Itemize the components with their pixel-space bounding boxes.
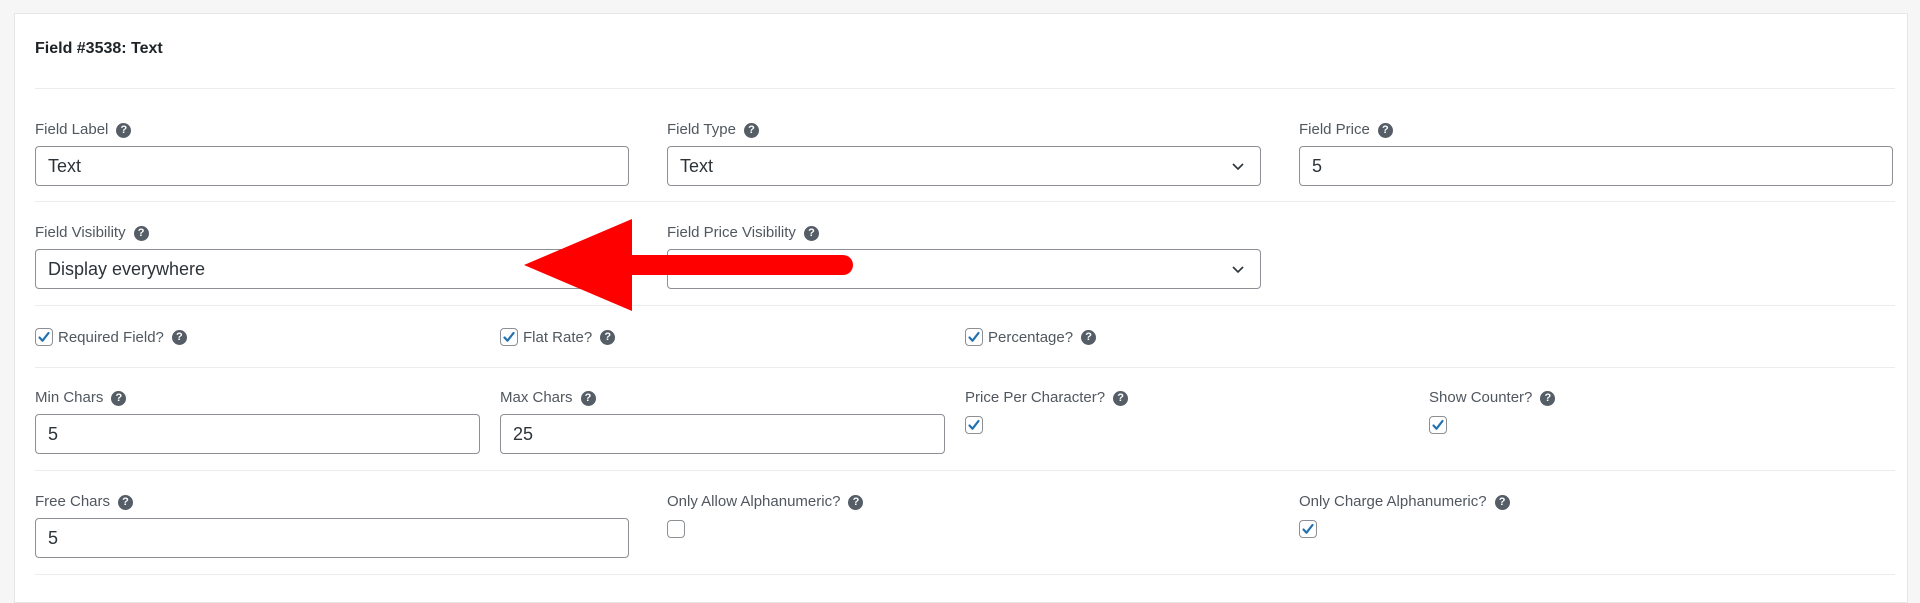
help-icon[interactable]: ? <box>600 329 616 345</box>
divider <box>35 201 1895 202</box>
help-icon[interactable]: ? <box>1377 122 1393 138</box>
only-charge-alphanumeric-group: Only Charge Alphanumeric?? <box>1299 492 1893 541</box>
max-chars-label: Max Chars <box>500 389 573 406</box>
help-icon[interactable]: ? <box>111 390 127 406</box>
chevron-down-icon <box>600 266 612 274</box>
help-icon[interactable]: ? <box>580 390 596 406</box>
show-counter-checkbox[interactable] <box>1429 416 1447 434</box>
flat-rate-checkbox[interactable] <box>500 328 518 346</box>
price-per-character-group: Price Per Character?? <box>965 388 1410 437</box>
field-type-label: Field Type <box>667 121 736 138</box>
only-charge-alphanumeric-label: Only Charge Alphanumeric? <box>1299 493 1487 510</box>
field-price-visibility-label: Field Price Visibility <box>667 224 796 241</box>
help-icon[interactable]: ? <box>1494 494 1510 510</box>
price-per-character-label: Price Per Character? <box>965 389 1106 406</box>
checkmark-icon <box>503 331 515 342</box>
percentage-checkbox[interactable] <box>965 328 983 346</box>
field-settings-card: Field #3538: Text Field Label? Text Fiel… <box>14 13 1908 603</box>
only-charge-alphanumeric-checkbox[interactable] <box>1299 520 1317 538</box>
free-chars-label: Free Chars <box>35 493 111 510</box>
divider <box>35 367 1895 368</box>
field-label-group: Field Label? Text <box>35 120 629 186</box>
field-visibility-group: Field Visibility? Display everywhere <box>35 223 629 289</box>
chevron-down-icon <box>1232 266 1244 274</box>
min-chars-group: Min Chars? 5 <box>35 388 480 454</box>
flat-rate-option: Flat Rate?? <box>500 328 616 346</box>
max-chars-input[interactable]: 25 <box>500 414 945 454</box>
required-field-checkbox[interactable] <box>35 328 53 346</box>
divider <box>35 305 1895 306</box>
free-chars-input[interactable]: 5 <box>35 518 629 558</box>
field-price-input[interactable]: 5 <box>1299 146 1893 186</box>
field-visibility-select[interactable]: Display everywhere <box>35 249 629 289</box>
help-icon[interactable]: ? <box>1540 390 1556 406</box>
free-chars-group: Free Chars? 5 <box>35 492 629 558</box>
only-allow-alphanumeric-group: Only Allow Alphanumeric?? <box>667 492 1261 543</box>
field-type-group: Field Type? Text <box>667 120 1261 186</box>
percentage-option: Percentage?? <box>965 328 1097 346</box>
help-icon[interactable]: ? <box>1081 329 1097 345</box>
help-icon[interactable]: ? <box>133 225 149 241</box>
chevron-down-icon <box>1232 163 1244 171</box>
required-field-option: Required Field?? <box>35 328 187 346</box>
field-type-select[interactable]: Text <box>667 146 1261 186</box>
show-counter-label: Show Counter? <box>1429 389 1533 406</box>
field-price-label: Field Price <box>1299 121 1370 138</box>
checkmark-icon <box>968 419 980 430</box>
field-label-input[interactable]: Text <box>35 146 629 186</box>
price-per-character-checkbox[interactable] <box>965 416 983 434</box>
show-counter-group: Show Counter?? <box>1429 388 1874 437</box>
checkmark-icon <box>38 331 50 342</box>
field-heading: Field #3538: Text <box>35 40 163 57</box>
field-price-group: Field Price? 5 <box>1299 120 1893 186</box>
help-icon[interactable]: ? <box>848 494 864 510</box>
min-chars-input[interactable]: 5 <box>35 414 480 454</box>
help-icon[interactable]: ? <box>803 225 819 241</box>
field-price-visibility-group: Field Price Visibility? Visible <box>667 223 1261 289</box>
divider <box>35 574 1895 575</box>
help-icon[interactable]: ? <box>171 329 187 345</box>
checkmark-icon <box>968 331 980 342</box>
only-allow-alphanumeric-checkbox[interactable] <box>667 520 685 538</box>
divider <box>35 88 1895 89</box>
help-icon[interactable]: ? <box>116 122 132 138</box>
max-chars-group: Max Chars? 25 <box>500 388 945 454</box>
only-allow-alphanumeric-label: Only Allow Alphanumeric? <box>667 493 841 510</box>
field-visibility-label: Field Visibility <box>35 224 126 241</box>
field-price-visibility-select[interactable]: Visible <box>667 249 1261 289</box>
checkmark-icon <box>1432 419 1444 430</box>
help-icon[interactable]: ? <box>743 122 759 138</box>
help-icon[interactable]: ? <box>118 494 134 510</box>
checkmark-icon <box>1302 523 1314 534</box>
divider <box>35 470 1895 471</box>
help-icon[interactable]: ? <box>1113 390 1129 406</box>
min-chars-label: Min Chars <box>35 389 104 406</box>
field-label-label: Field Label <box>35 121 109 138</box>
